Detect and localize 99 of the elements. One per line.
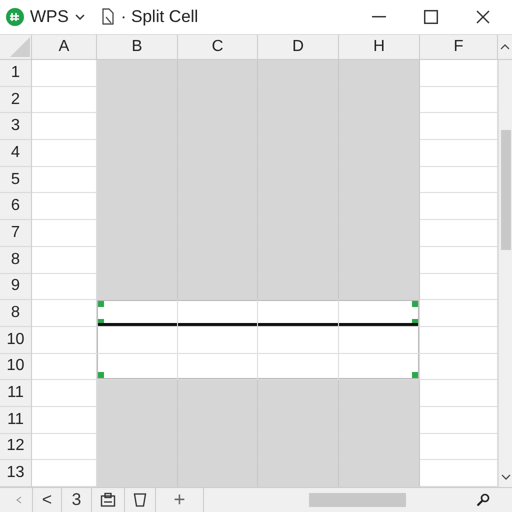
column-header[interactable]: A	[32, 35, 97, 59]
table-cell[interactable]	[258, 300, 339, 327]
table-cell[interactable]	[420, 193, 498, 220]
select-all-icon[interactable]	[10, 37, 30, 57]
table-cell[interactable]	[258, 326, 339, 354]
table-cell[interactable]	[339, 326, 420, 354]
row-header[interactable]: 12	[0, 434, 32, 460]
table-cell[interactable]	[178, 326, 258, 354]
table-cell[interactable]	[178, 460, 258, 487]
table-cell[interactable]	[339, 274, 420, 300]
clipboard-icon	[100, 492, 116, 508]
table-cell[interactable]	[420, 220, 498, 247]
row-header[interactable]: 4	[0, 140, 32, 167]
table-cell[interactable]	[420, 140, 498, 167]
table-cell[interactable]	[32, 86, 97, 114]
table-cell[interactable]	[32, 274, 97, 300]
table-cell[interactable]	[339, 380, 420, 407]
table-cell[interactable]	[339, 354, 420, 380]
table-cell[interactable]	[32, 380, 97, 407]
table-cell[interactable]	[420, 380, 498, 407]
table-cell[interactable]	[32, 326, 97, 354]
table-cell[interactable]	[258, 60, 339, 87]
table-cell[interactable]	[97, 60, 178, 87]
first-sheet-icon[interactable]	[16, 496, 22, 504]
minimize-icon[interactable]	[372, 16, 386, 18]
previous-sheet-button[interactable]: <	[32, 488, 62, 512]
chevron-down-icon[interactable]	[74, 14, 85, 20]
app-name: WPS	[30, 7, 69, 27]
table-cell[interactable]	[97, 380, 178, 407]
table-cell[interactable]	[420, 354, 498, 380]
column-header[interactable]: C	[178, 35, 258, 59]
window-title: · Split Cell	[120, 7, 198, 27]
table-cell[interactable]	[32, 140, 97, 167]
table-cell[interactable]	[32, 246, 97, 274]
table-cell[interactable]	[420, 300, 498, 327]
table-cell[interactable]	[420, 434, 498, 460]
row-header[interactable]: 6	[0, 193, 32, 220]
table-cell[interactable]	[420, 274, 498, 300]
row-header[interactable]: 5	[0, 166, 32, 194]
row-header[interactable]: 10	[0, 354, 32, 380]
table-cell[interactable]	[178, 60, 258, 87]
close-icon[interactable]	[476, 10, 490, 24]
table-cell[interactable]	[32, 220, 97, 247]
trash-icon	[133, 492, 147, 508]
table-cell[interactable]	[32, 193, 97, 220]
row-header[interactable]: 7	[0, 220, 32, 247]
table-cell[interactable]	[97, 274, 178, 300]
table-cell[interactable]	[420, 86, 498, 114]
row-header[interactable]: 8	[0, 300, 32, 327]
table-cell[interactable]	[32, 460, 97, 487]
column-header[interactable]: D	[258, 35, 339, 59]
row-header[interactable]: 11	[0, 406, 32, 434]
table-cell[interactable]	[258, 274, 339, 300]
table-cell[interactable]	[32, 406, 97, 434]
scrollbar-thumb[interactable]	[500, 130, 510, 250]
row-header[interactable]: 2	[0, 86, 32, 114]
table-cell[interactable]	[97, 460, 178, 487]
table-cell[interactable]	[258, 354, 339, 380]
table-cell[interactable]	[339, 300, 420, 327]
column-header[interactable]: B	[97, 35, 178, 59]
row-header[interactable]: 3	[0, 113, 32, 140]
row-header[interactable]: 10	[0, 326, 32, 354]
table-cell[interactable]	[32, 60, 97, 87]
search-icon[interactable]	[476, 493, 490, 507]
table-cell[interactable]	[258, 380, 339, 407]
table-cell[interactable]	[97, 354, 178, 380]
table-cell[interactable]	[32, 354, 97, 380]
table-cell[interactable]	[420, 60, 498, 87]
table-cell[interactable]	[178, 354, 258, 380]
table-cell[interactable]	[178, 380, 258, 407]
table-cell[interactable]	[420, 246, 498, 274]
column-header[interactable]: H	[339, 35, 420, 59]
table-cell[interactable]	[258, 460, 339, 487]
table-cell[interactable]	[97, 300, 178, 327]
scrollbar-thumb[interactable]	[309, 493, 406, 507]
table-cell[interactable]	[420, 113, 498, 140]
table-cell[interactable]	[339, 60, 420, 87]
table-cell[interactable]	[339, 460, 420, 487]
table-cell[interactable]	[420, 166, 498, 194]
row-header[interactable]: 1	[0, 60, 32, 87]
table-cell[interactable]	[420, 326, 498, 354]
maximize-icon[interactable]	[424, 10, 438, 24]
table-cell[interactable]	[420, 406, 498, 434]
scroll-up-icon[interactable]	[500, 44, 510, 50]
table-cell[interactable]	[32, 113, 97, 140]
row-header[interactable]: 9	[0, 274, 32, 300]
table-cell[interactable]	[32, 434, 97, 460]
document-icon	[100, 8, 115, 26]
table-cell[interactable]	[178, 300, 258, 327]
scroll-down-icon[interactable]	[500, 474, 510, 480]
table-cell[interactable]	[178, 274, 258, 300]
row-header[interactable]: 13	[0, 460, 32, 487]
app-logo-icon	[6, 8, 24, 26]
table-cell[interactable]	[32, 300, 97, 327]
table-cell[interactable]	[32, 166, 97, 194]
table-cell[interactable]	[97, 326, 178, 354]
table-cell[interactable]	[420, 460, 498, 487]
row-header[interactable]: 8	[0, 246, 32, 274]
row-header[interactable]: 11	[0, 380, 32, 407]
